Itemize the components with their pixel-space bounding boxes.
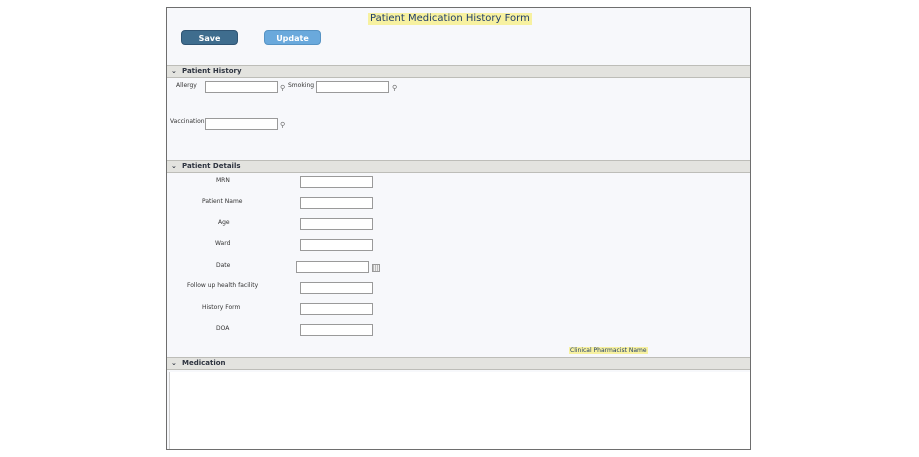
form-frame: Patient Medication History Form Save Upd…: [166, 7, 751, 450]
chevron-down-icon[interactable]: ⌄: [171, 161, 177, 172]
follow-up-facility-label: Follow up health facility: [187, 282, 259, 289]
doa-label: DOA: [216, 325, 230, 332]
update-button[interactable]: Update: [264, 30, 321, 45]
search-icon[interactable]: ⚲: [280, 121, 285, 129]
search-icon[interactable]: ⚲: [392, 84, 397, 92]
section-header-medication[interactable]: ⌄ Medication: [167, 357, 750, 370]
date-label: Date: [216, 262, 231, 269]
patient-name-label: Patient Name: [202, 198, 243, 205]
section-header-patient-details[interactable]: ⌄ Patient Details: [167, 160, 750, 173]
medication-panel: [169, 372, 750, 449]
vaccination-field[interactable]: [205, 118, 278, 130]
section-title: Medication: [182, 359, 226, 367]
section-title: Patient History: [182, 67, 242, 75]
ward-field[interactable]: [300, 239, 373, 251]
age-label: Age: [218, 219, 230, 226]
smoking-label: Smoking: [288, 82, 315, 89]
save-button[interactable]: Save: [181, 30, 238, 45]
history-form-label: History Form: [202, 304, 241, 311]
patient-name-field[interactable]: [300, 197, 373, 209]
age-field[interactable]: [300, 218, 373, 230]
vaccination-label: Vaccination: [170, 118, 205, 125]
ward-label: Ward: [215, 240, 231, 247]
page-title: Patient Medication History Form: [368, 13, 532, 25]
search-icon[interactable]: ⚲: [280, 84, 285, 92]
allergy-label: Allergy: [176, 82, 197, 89]
smoking-field[interactable]: [316, 81, 389, 93]
follow-up-facility-field[interactable]: [300, 282, 373, 294]
date-field[interactable]: [296, 261, 369, 273]
mrn-field[interactable]: [300, 176, 373, 188]
history-form-field[interactable]: [300, 303, 373, 315]
allergy-field[interactable]: [205, 81, 278, 93]
chevron-down-icon[interactable]: ⌄: [171, 66, 177, 77]
calendar-icon[interactable]: [372, 264, 380, 272]
section-header-patient-history[interactable]: ⌄ Patient History: [167, 65, 750, 78]
mrn-label: MRN: [216, 177, 230, 184]
doa-field[interactable]: [300, 324, 373, 336]
clinical-pharmacist-label: Clinical Pharmacist Name: [569, 347, 648, 354]
chevron-down-icon[interactable]: ⌄: [171, 358, 177, 369]
section-title: Patient Details: [182, 162, 241, 170]
